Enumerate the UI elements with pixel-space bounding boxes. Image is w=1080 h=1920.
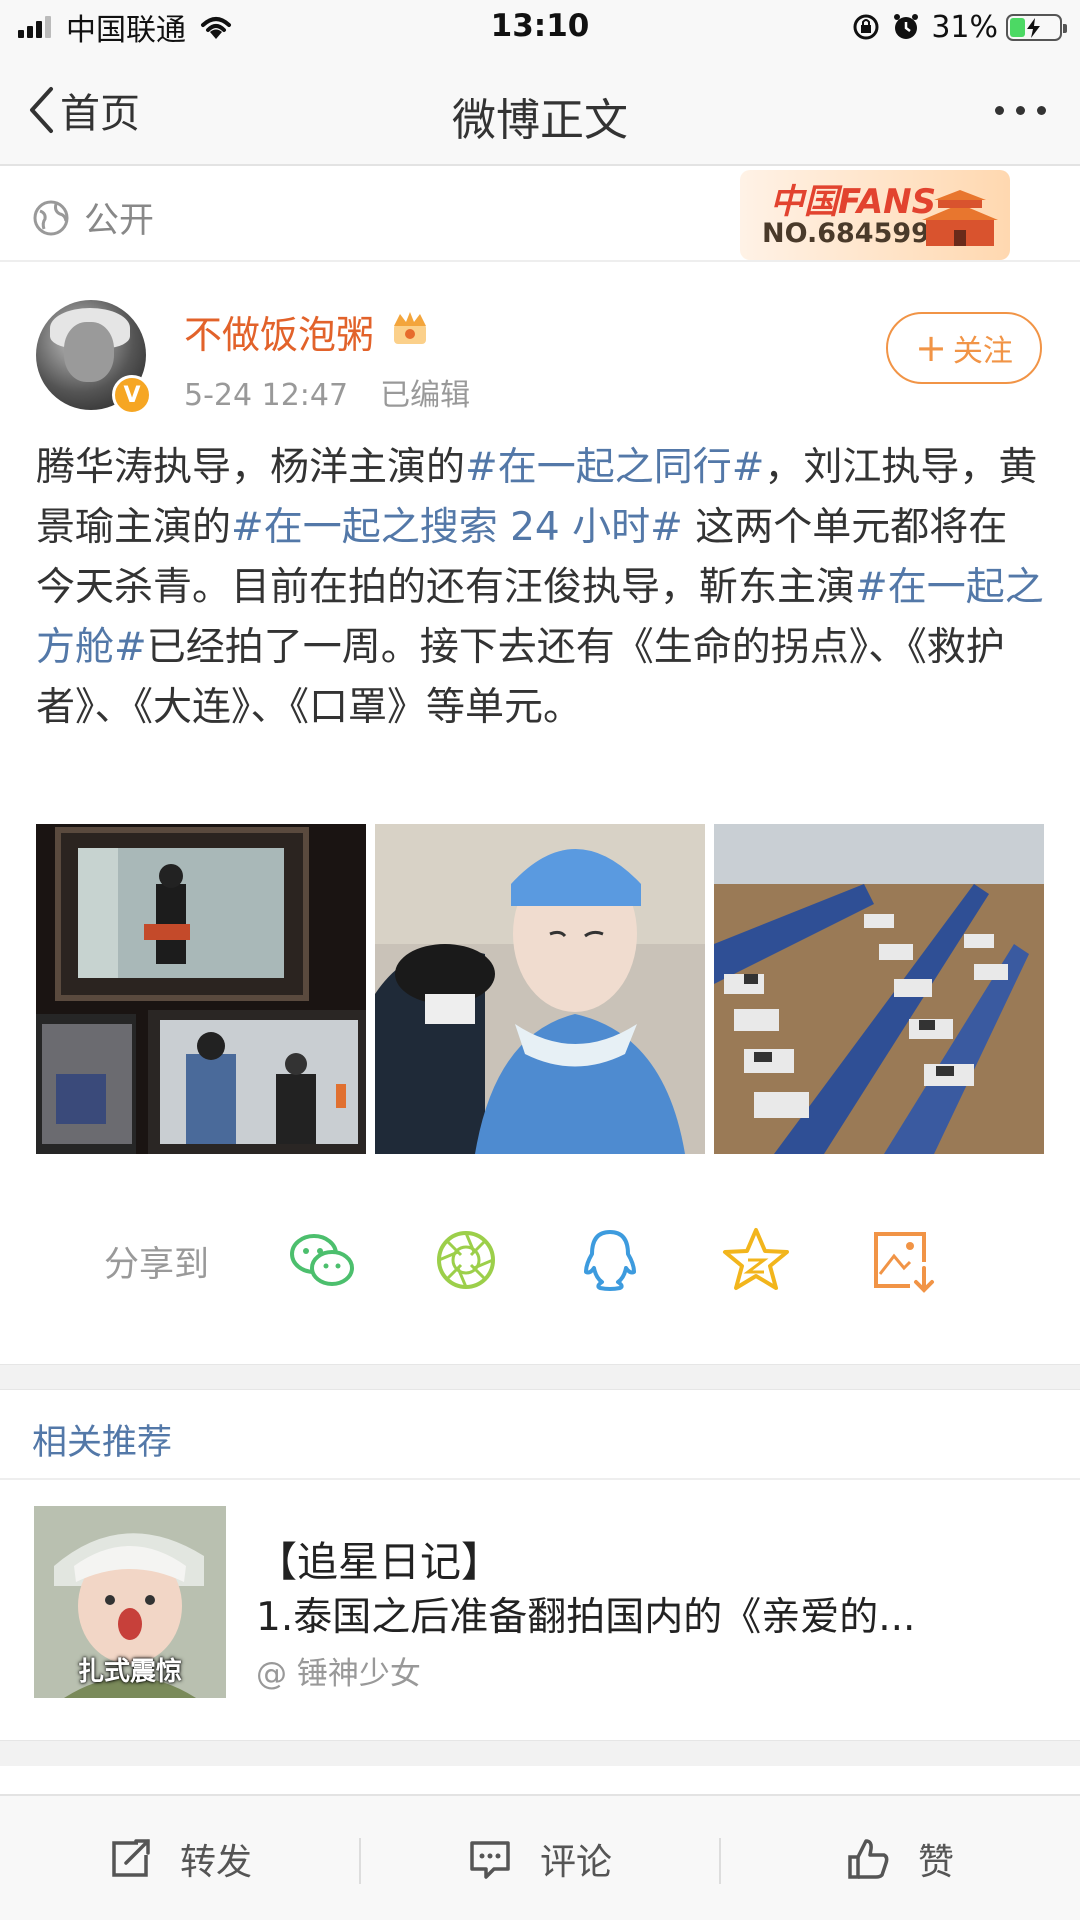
recommend-thumbnail: 扎式震惊	[34, 1506, 226, 1698]
alarm-icon	[894, 14, 919, 39]
recommend-snippet: 1.泰国之后准备翻拍国内的《亲爱的...	[256, 1595, 916, 1640]
section-divider	[0, 1740, 1080, 1766]
charging-bolt-icon	[1027, 17, 1040, 38]
repost-button[interactable]: 转发	[0, 1796, 360, 1920]
plus-icon: +	[915, 326, 947, 370]
battery-icon	[1006, 13, 1067, 41]
qzone-icon[interactable]	[720, 1224, 792, 1296]
comment-icon	[470, 1841, 510, 1879]
post-image[interactable]	[714, 824, 1044, 1154]
recommend-title: 相关推荐	[32, 1423, 173, 1463]
fans-badge[interactable]: 中国FANS NO.6845995	[740, 170, 1010, 260]
comment-label: 评论	[539, 1842, 612, 1883]
thumbs-up-icon	[848, 1839, 889, 1879]
post-image[interactable]	[36, 824, 366, 1154]
surgeon-portrait-photo	[375, 824, 705, 1154]
like-label: 赞	[917, 1842, 954, 1883]
fans-badge-title: 中国FANS	[770, 182, 937, 222]
topic-link[interactable]: #在一起之同行#	[465, 445, 764, 490]
edited-label: 已编辑	[380, 378, 471, 413]
verified-badge: V	[112, 375, 152, 415]
qq-icon[interactable]	[574, 1224, 646, 1296]
bottom-toolbar: 转发 评论 赞	[0, 1794, 1080, 1920]
repost-label: 转发	[179, 1842, 252, 1883]
recommend-item[interactable]: 扎式震惊 【追星日记】 1.泰国之后准备翻拍国内的《亲爱的... @ 锤神少女	[0, 1482, 1080, 1736]
field-hospital-photo	[714, 824, 1044, 1154]
visibility-row: 公开 中国FANS NO.6845995	[0, 168, 1080, 262]
rotation-lock-icon	[853, 14, 879, 40]
post-image[interactable]	[375, 824, 705, 1154]
share-row: 分享到	[0, 1196, 1080, 1326]
thumbnail-caption: 扎式震惊	[77, 1657, 182, 1687]
tiananmen-icon	[922, 190, 998, 246]
wechat-icon[interactable]	[286, 1224, 358, 1296]
follow-button[interactable]: + 关注	[886, 312, 1042, 384]
comment-button[interactable]: 评论	[360, 1796, 720, 1920]
page-title: 微博正文	[452, 95, 628, 146]
image-grid	[36, 824, 1044, 1154]
recommend-headline: 【追星日记】	[256, 1538, 502, 1586]
post-text: 腾华涛执导，杨洋主演的#在一起之同行#，刘江执导，黄景瑜主演的#在一起之搜索 2…	[36, 438, 1046, 738]
crown-badge-icon	[394, 312, 426, 344]
film-monitor-photo	[36, 824, 366, 1154]
section-divider	[0, 1364, 1080, 1390]
recommend-author: @ 锤神少女	[256, 1656, 421, 1692]
topic-link[interactable]: #在一起之搜索 24 小时#	[231, 505, 683, 550]
author-name[interactable]: 不做饭泡粥	[184, 304, 374, 359]
repost-icon	[112, 1839, 150, 1877]
status-bar: 中国联通 13:10 31%	[0, 0, 1080, 54]
like-button[interactable]: 赞	[720, 1796, 1080, 1920]
recommend-header: 相关推荐	[0, 1390, 1080, 1480]
battery-percent: 31%	[931, 9, 998, 45]
post-text-part: 腾华涛执导，杨洋主演的	[36, 445, 466, 490]
more-options-button[interactable]	[983, 90, 1046, 130]
more-dots-icon	[995, 105, 1004, 115]
post-text-part: 已经拍了一周。接下去还有《生命的拐点》、《救护者》、《大连》、《口罩》等单元。	[36, 625, 1005, 730]
visibility-indicator: 公开	[32, 192, 154, 243]
visibility-label: 公开	[84, 201, 155, 241]
follow-label: 关注	[952, 334, 1013, 369]
nav-bar: 首页 微博正文	[0, 54, 1080, 166]
moments-icon[interactable]	[430, 1224, 502, 1296]
post-meta: 5-24 12:47 已编辑	[184, 370, 470, 414]
post-time: 5-24 12:47	[184, 378, 349, 413]
globe-icon	[33, 200, 69, 235]
save-image-icon[interactable]	[866, 1224, 938, 1296]
share-label: 分享到	[104, 1245, 210, 1285]
